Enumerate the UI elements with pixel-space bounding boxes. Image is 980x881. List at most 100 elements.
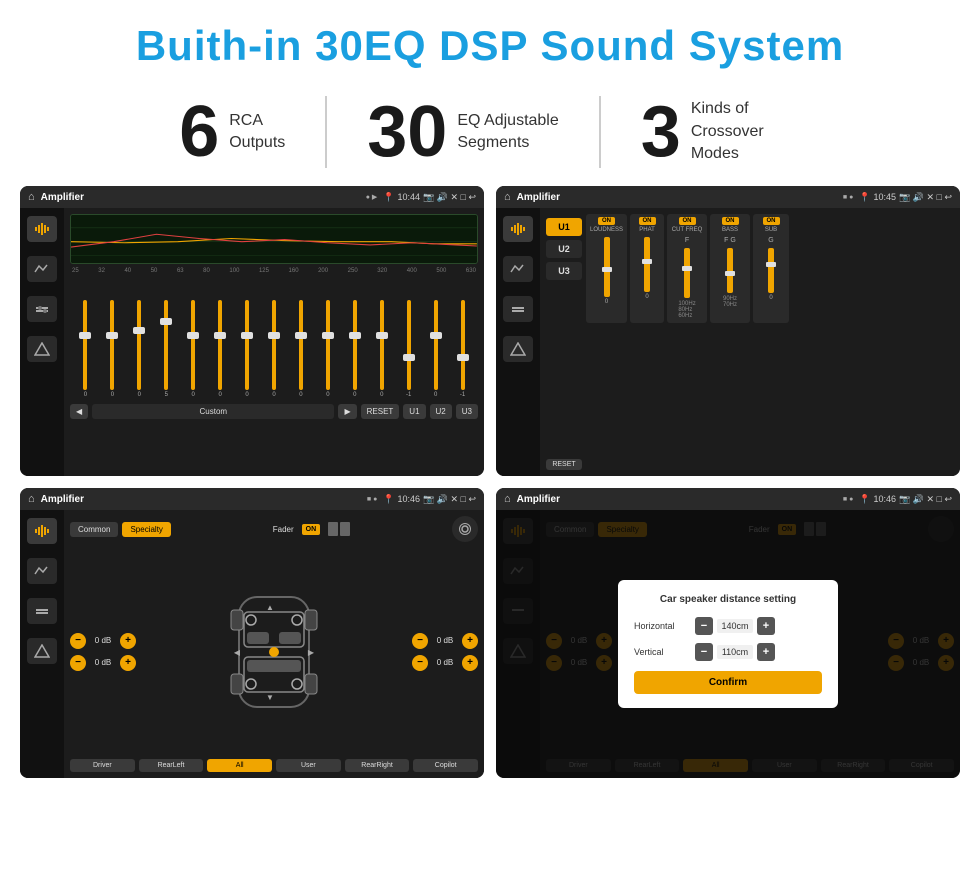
fader-common-button[interactable]: Common [70, 522, 118, 537]
fader-fr-plus[interactable]: + [462, 633, 478, 649]
eq-graph [70, 214, 478, 264]
eq-slider-14[interactable]: -1 [449, 300, 476, 398]
dialog-screen: ⌂ Amplifier ■ ● 📍 10:46 📷 🔊 ✕ □ ↩ [496, 488, 960, 778]
fader-settings-icon[interactable] [452, 516, 478, 542]
eq-slider-7[interactable]: 0 [261, 300, 288, 398]
crossover-panel-icon-2[interactable] [503, 256, 533, 282]
eq-freq-labels: 2532405063 80100125160200 25032040050063… [70, 268, 478, 274]
fader-on-toggle[interactable]: ON [302, 524, 321, 535]
phat-on[interactable]: ON [639, 217, 656, 225]
eq-u3-button[interactable]: U3 [456, 404, 478, 419]
eq-panel-icon-2[interactable] [27, 256, 57, 282]
dialog-box: Car speaker distance setting Horizontal … [618, 580, 838, 708]
fader-panel-icon-2[interactable] [27, 558, 57, 584]
fader-copilot-button[interactable]: Copilot [413, 759, 478, 772]
eq-prev-button[interactable]: ◀ [70, 404, 88, 419]
crossover-layout: U1 U2 U3 RESET ON LOUDNESS [546, 214, 954, 470]
eq-slider-13[interactable]: 0 [422, 300, 449, 398]
phat-slider[interactable] [644, 237, 650, 292]
eq-next-button[interactable]: ▶ [338, 404, 356, 419]
fader-panel-icon-3[interactable] [27, 598, 57, 624]
bass-slider[interactable] [727, 248, 733, 293]
fader-rr-minus[interactable]: − [412, 655, 428, 671]
sub-slider[interactable] [768, 248, 774, 293]
eq-slider-10[interactable]: 0 [341, 300, 368, 398]
fader-rl-plus[interactable]: + [120, 655, 136, 671]
fader-dot-icons: ■ ● [367, 496, 377, 503]
eq-slider-2[interactable]: 0 [126, 300, 153, 398]
eq-u2-button[interactable]: U2 [430, 404, 452, 419]
fader-panel-icon-4[interactable] [27, 638, 57, 664]
crossover-u1-button[interactable]: U1 [546, 218, 582, 236]
cutfreq-on[interactable]: ON [679, 217, 696, 225]
fader-all-button[interactable]: All [207, 759, 272, 772]
svg-text:▲: ▲ [266, 603, 274, 612]
bass-on[interactable]: ON [722, 217, 739, 225]
crossover-reset-button[interactable]: RESET [546, 459, 582, 470]
fader-car-area: ▲ ▼ ◀ ▶ [144, 548, 404, 755]
dialog-horizontal-minus[interactable]: − [695, 617, 713, 635]
fader-rr-plus[interactable]: + [462, 655, 478, 671]
eq-slider-9[interactable]: 0 [314, 300, 341, 398]
loudness-slider[interactable] [604, 237, 610, 297]
screens-grid: ⌂ Amplifier ● ▶ 📍 10:44 📷 🔊 ✕ □ ↩ [0, 186, 980, 788]
fader-label: Fader [273, 525, 294, 534]
fader-fr-value: 0 dB [431, 636, 459, 645]
crossover-u3-button[interactable]: U3 [546, 262, 582, 280]
loudness-val: 0 [605, 299, 608, 305]
fader-fr-minus[interactable]: − [412, 633, 428, 649]
eq-panel-icon-1[interactable] [27, 216, 57, 242]
dialog-horizontal-stepper: − 140cm + [695, 617, 775, 635]
eq-screen-inner: 2532405063 80100125160200 25032040050063… [20, 208, 484, 476]
confirm-button[interactable]: Confirm [634, 671, 822, 694]
eq-panel-icon-4[interactable] [27, 336, 57, 362]
svg-text:▶: ▶ [308, 648, 315, 657]
eq-u1-button[interactable]: U1 [403, 404, 425, 419]
crossover-panel-icon-3[interactable] [503, 296, 533, 322]
fader-screen: ⌂ Amplifier ■ ● 📍 10:46 📷 🔊 ✕ □ ↩ [20, 488, 484, 778]
dialog-horizontal-plus[interactable]: + [757, 617, 775, 635]
eq-dot-icons: ● ▶ [366, 193, 378, 201]
eq-slider-0[interactable]: 0 [72, 300, 99, 398]
eq-slider-8[interactable]: 0 [288, 300, 315, 398]
fader-specialty-button[interactable]: Specialty [122, 522, 170, 537]
eq-slider-3[interactable]: 5 [153, 300, 180, 398]
eq-nav: ◀ Custom ▶ RESET U1 U2 U3 [70, 404, 478, 419]
eq-slider-1[interactable]: 0 [99, 300, 126, 398]
eq-panel-icon-3[interactable] [27, 296, 57, 322]
dialog-vertical-value: 110cm [717, 645, 753, 659]
fader-rearleft-button[interactable]: RearLeft [139, 759, 204, 772]
fader-rr-value: 0 dB [431, 658, 459, 667]
crossover-dot-icons: ■ ● [843, 194, 853, 201]
fader-right-db-controls: − 0 dB + − 0 dB + [412, 548, 478, 755]
loudness-on[interactable]: ON [598, 217, 615, 225]
eq-slider-5[interactable]: 0 [207, 300, 234, 398]
dialog-vertical-row: Vertical − 110cm + [634, 643, 822, 661]
fader-rearright-button[interactable]: RearRight [345, 759, 410, 772]
eq-slider-11[interactable]: 0 [368, 300, 395, 398]
stats-row: 6 RCAOutputs 30 EQ AdjustableSegments 3 … [0, 86, 980, 186]
phat-val: 0 [645, 294, 648, 300]
crossover-screen: ⌂ Amplifier ■ ● 📍 10:45 📷 🔊 ✕ □ ↩ [496, 186, 960, 476]
dialog-title: Car speaker distance setting [634, 594, 822, 605]
sub-on[interactable]: ON [763, 217, 780, 225]
dialog-vertical-plus[interactable]: + [757, 643, 775, 661]
eq-slider-12[interactable]: -1 [395, 300, 422, 398]
eq-slider-6[interactable]: 0 [234, 300, 261, 398]
fader-driver-button[interactable]: Driver [70, 759, 135, 772]
eq-slider-4[interactable]: 0 [180, 300, 207, 398]
fader-fl-minus[interactable]: − [70, 633, 86, 649]
stat-crossover-number: 3 [641, 96, 681, 168]
fader-rl-minus[interactable]: − [70, 655, 86, 671]
crossover-screen-inner: U1 U2 U3 RESET ON LOUDNESS [496, 208, 960, 476]
crossover-panel-icon-1[interactable] [503, 216, 533, 242]
fader-panel-icon-1[interactable] [27, 518, 57, 544]
eq-reset-button[interactable]: RESET [361, 404, 400, 419]
fader-fl-plus[interactable]: + [120, 633, 136, 649]
cutfreq-slider[interactable] [684, 248, 690, 298]
fader-user-button[interactable]: User [276, 759, 341, 772]
dialog-vertical-minus[interactable]: − [695, 643, 713, 661]
crossover-u2-button[interactable]: U2 [546, 240, 582, 258]
fader-fl-value: 0 dB [89, 636, 117, 645]
crossover-panel-icon-4[interactable] [503, 336, 533, 362]
